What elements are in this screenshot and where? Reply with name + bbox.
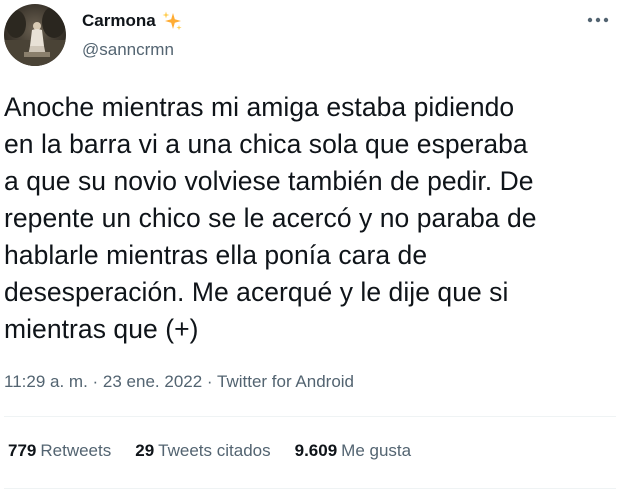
- sparkles-icon: [161, 10, 183, 32]
- tweet-date[interactable]: 23 ene. 2022: [103, 372, 202, 391]
- likes-stat[interactable]: 9.609 Me gusta: [295, 441, 411, 461]
- tweet-stats: 779 Retweets 29 Tweets citados 9.609 Me gus…: [8, 441, 435, 461]
- tweet-text: Anoche mientras mi amiga estaba pidiendo…: [4, 92, 537, 344]
- quotes-count: 29: [135, 441, 155, 460]
- retweets-count: 779: [8, 441, 37, 460]
- quotes-stat[interactable]: 29 Tweets citados: [135, 441, 270, 461]
- more-options-button[interactable]: [584, 10, 612, 30]
- avatar-photo: [4, 4, 66, 66]
- retweets-label: Retweets: [40, 441, 112, 460]
- tweet-source[interactable]: Twitter for Android: [217, 372, 354, 391]
- retweets-stat[interactable]: 779 Retweets: [8, 441, 111, 461]
- tweet-time[interactable]: 11:29 a. m.: [4, 372, 88, 391]
- quotes-label: Tweets citados: [158, 441, 271, 460]
- tweet-meta: 11:29 a. m. · 23 ene. 2022 · Twitter for…: [4, 372, 354, 392]
- divider: [4, 488, 616, 489]
- divider: [4, 416, 616, 417]
- likes-label: Me gusta: [341, 441, 412, 460]
- display-name[interactable]: Carmona: [82, 11, 156, 31]
- avatar[interactable]: [4, 4, 66, 66]
- display-name-row: Carmona: [82, 10, 183, 32]
- meta-separator: ·: [206, 372, 217, 391]
- likes-count: 9.609: [294, 441, 338, 460]
- user-handle[interactable]: @sanncrmn: [82, 40, 183, 60]
- tweet-header: Carmona @sanncrmn: [4, 4, 616, 66]
- meta-separator: ·: [92, 372, 103, 391]
- user-info: Carmona @sanncrmn: [82, 10, 183, 60]
- more-horizontal-icon: [587, 17, 609, 23]
